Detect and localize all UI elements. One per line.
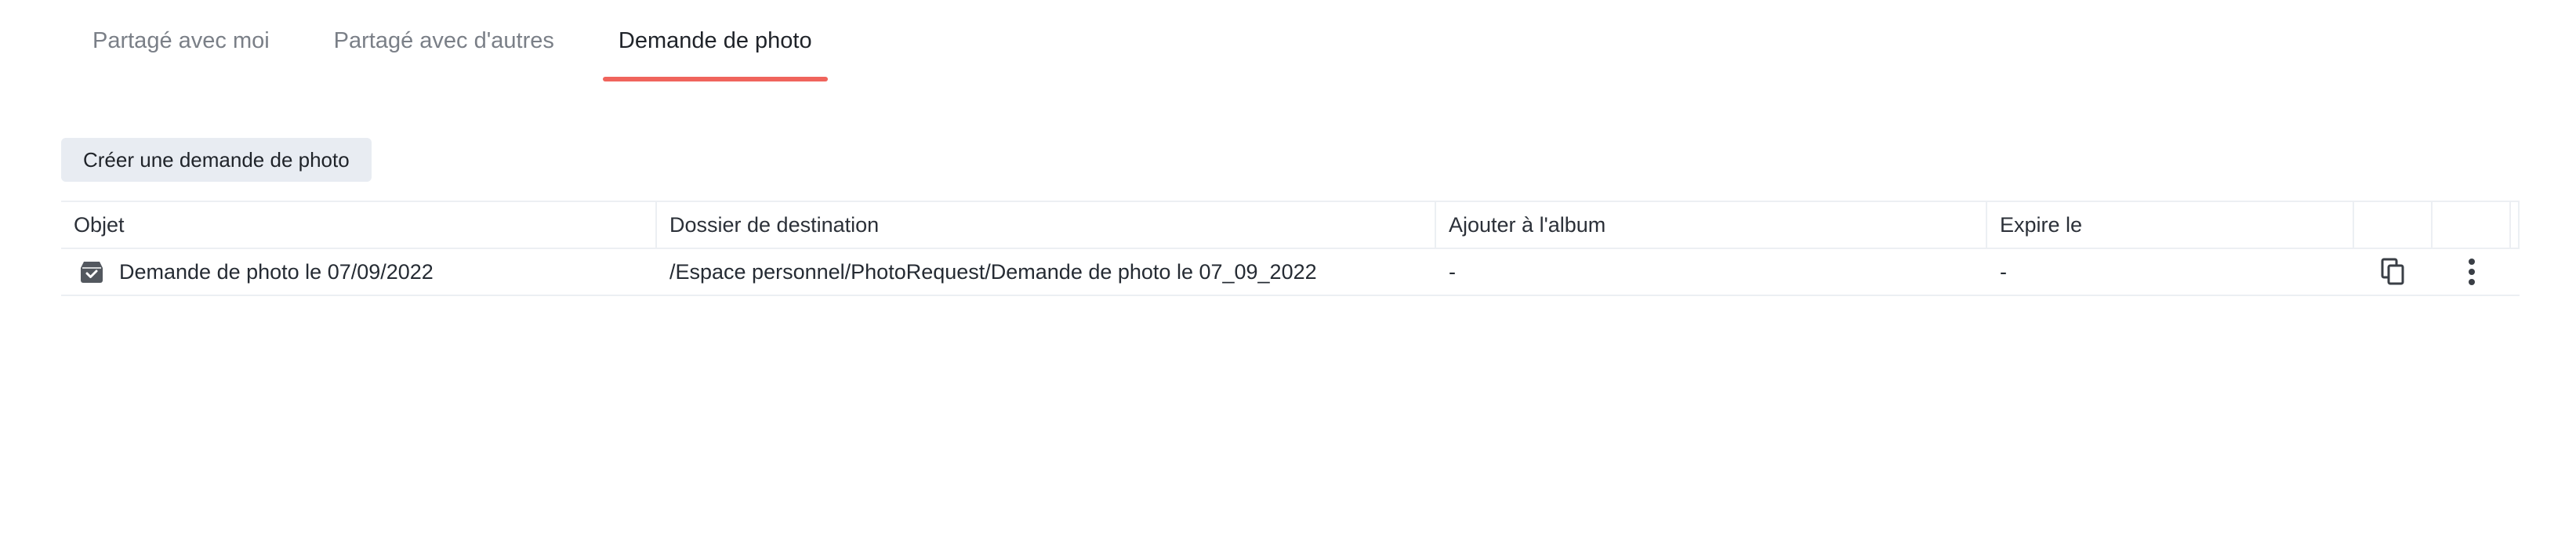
object-name: Demande de photo le 07/09/2022 (119, 259, 434, 284)
object-cell: Demande de photo le 07/09/2022 (61, 249, 657, 295)
row-spacer (2511, 249, 2520, 295)
create-photo-request-button[interactable]: Créer une demande de photo (61, 138, 372, 182)
column-header-object[interactable]: Objet (61, 202, 657, 248)
column-header-actions (2433, 202, 2511, 248)
column-header-destination[interactable]: Dossier de destination (657, 202, 1436, 248)
copy-icon[interactable] (2376, 255, 2411, 289)
tab-shared-with-me[interactable]: Partagé avec moi (61, 0, 301, 81)
tab-bar: Partagé avec moi Partagé avec d'autres D… (61, 0, 844, 81)
expires-cell: - (2000, 259, 2007, 284)
more-cell (2433, 249, 2511, 295)
photo-request-icon (78, 259, 105, 285)
photo-request-table: Objet Dossier de destination Ajouter à l… (61, 201, 2520, 296)
destination-cell: /Espace personnel/PhotoRequest/Demande d… (669, 259, 1317, 284)
table-row[interactable]: Demande de photo le 07/09/2022 /Espace p… (61, 249, 2520, 296)
column-header-expires[interactable]: Expire le (1987, 202, 2354, 248)
album-cell: - (1449, 259, 1456, 284)
tab-shared-with-others[interactable]: Partagé avec d'autres (303, 0, 586, 81)
column-header-spacer (2511, 202, 2520, 248)
table-header: Objet Dossier de destination Ajouter à l… (61, 202, 2520, 249)
column-header-album[interactable]: Ajouter à l'album (1436, 202, 1987, 248)
more-vertical-icon[interactable] (2454, 255, 2489, 289)
tab-photo-request[interactable]: Demande de photo (587, 0, 844, 81)
column-header-copy (2354, 202, 2433, 248)
copy-cell (2354, 249, 2433, 295)
